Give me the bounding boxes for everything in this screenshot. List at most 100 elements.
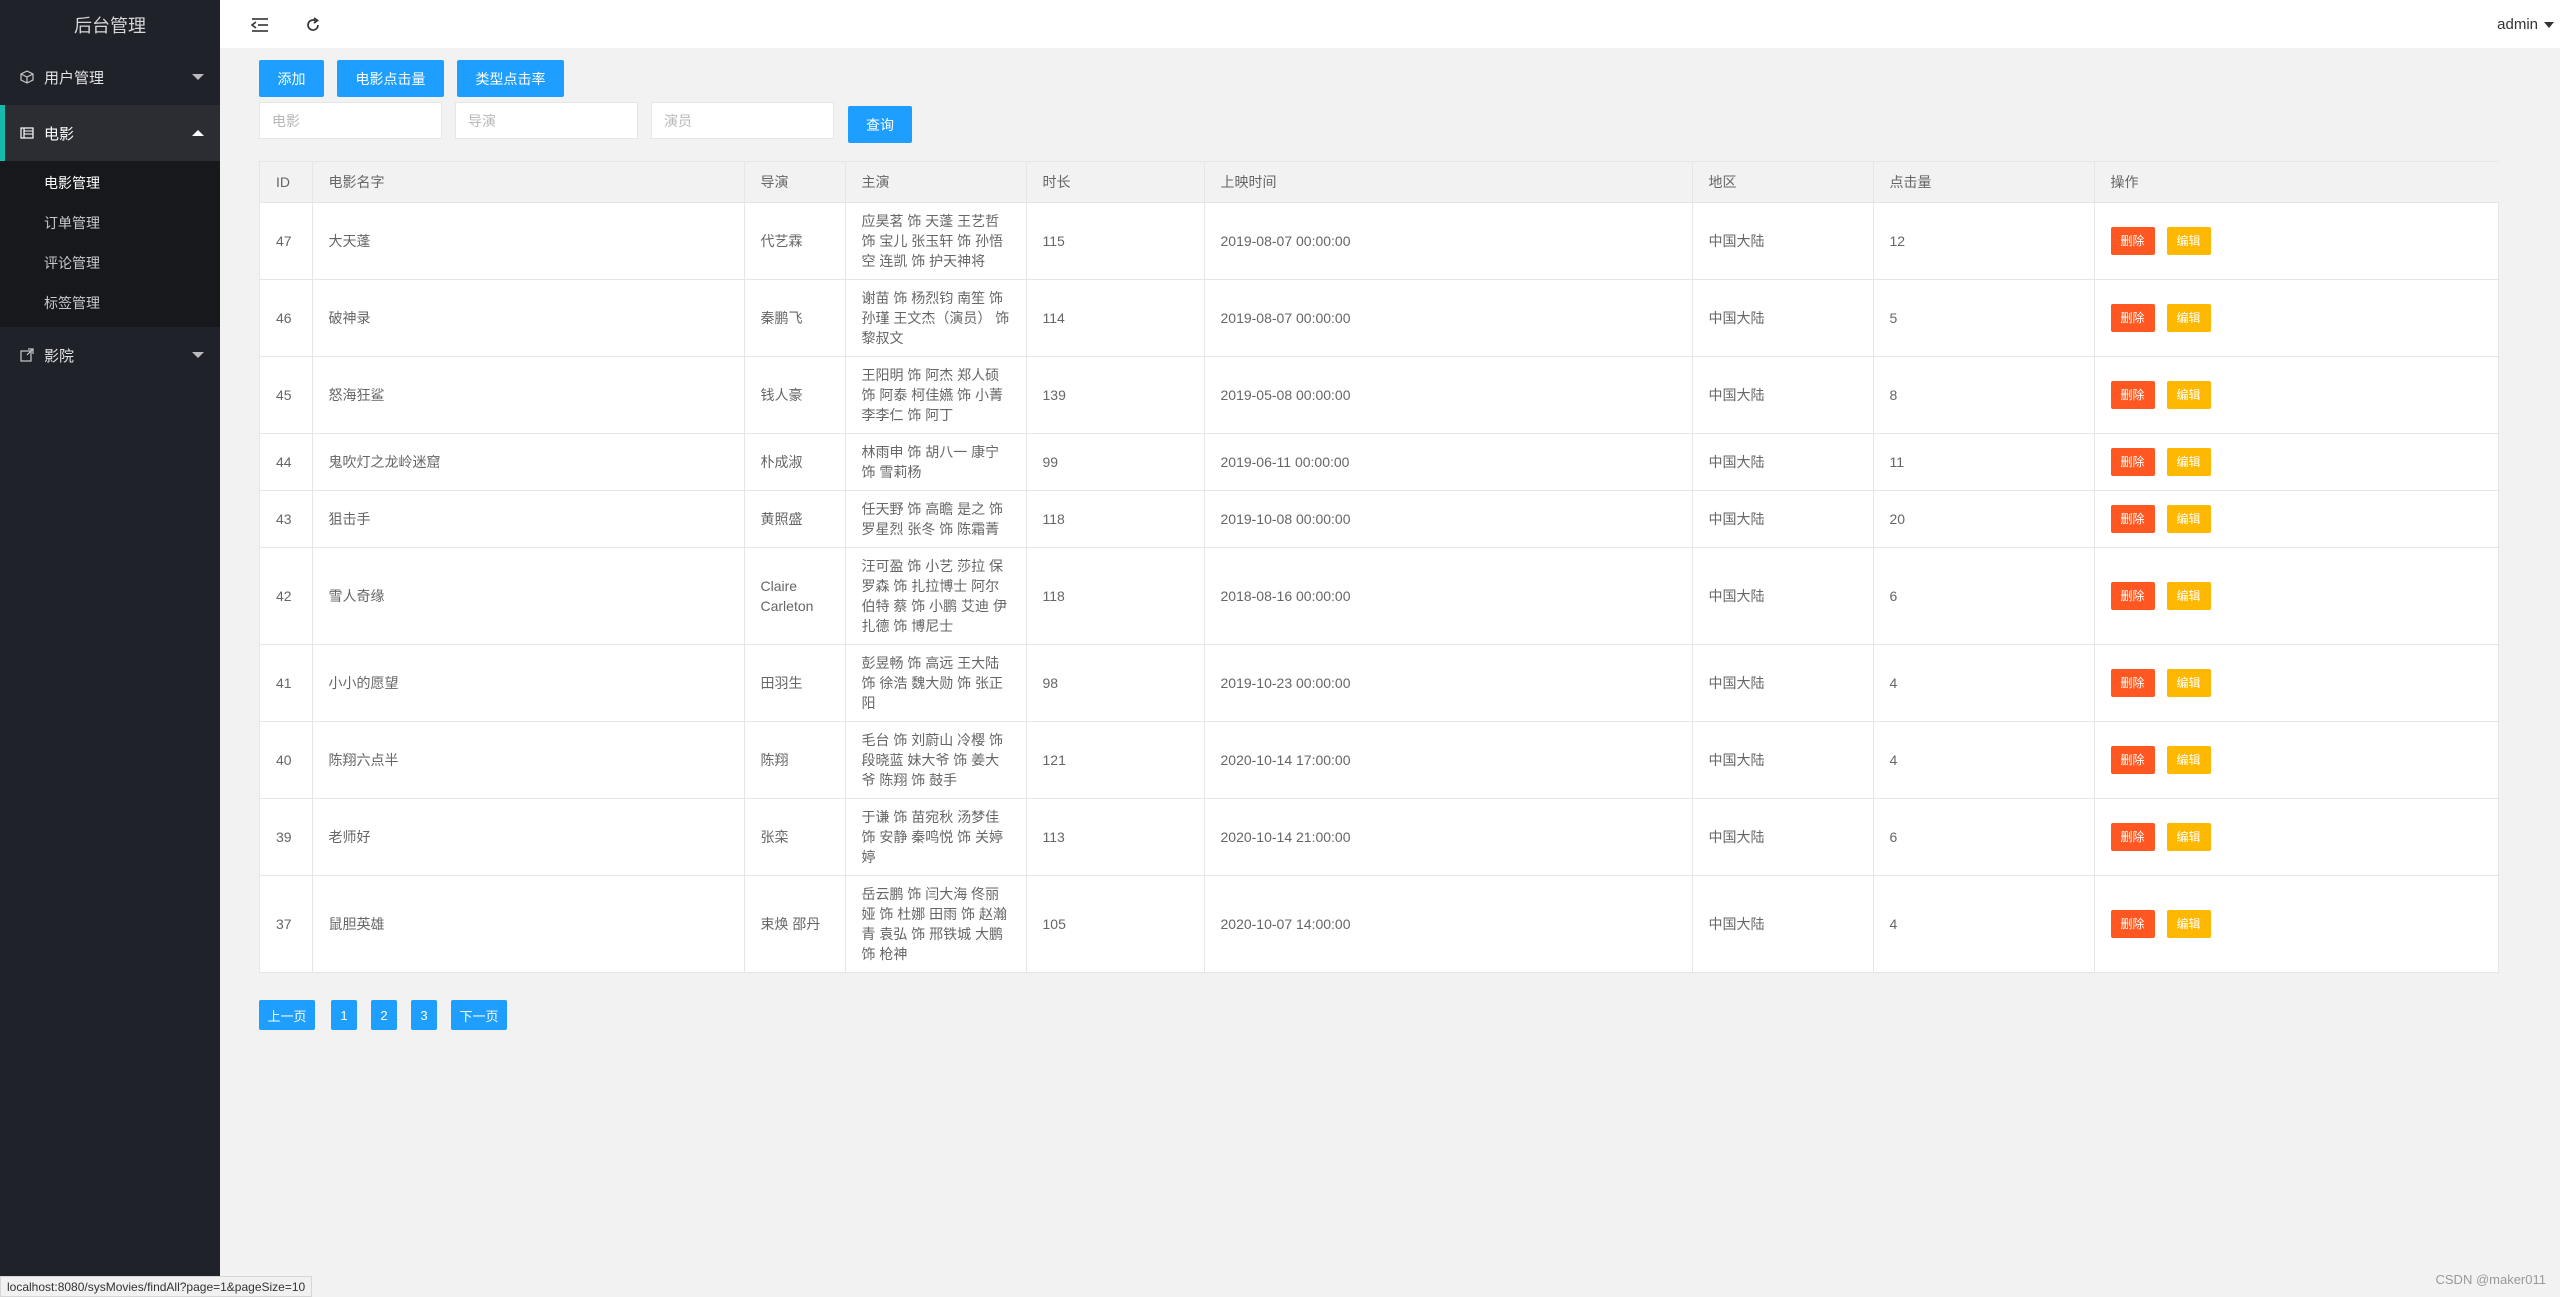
- cell-release: 2019-10-23 00:00:00: [1204, 644, 1693, 722]
- cell-actions: 删除 编辑: [2094, 798, 2500, 876]
- cell-region: 中国大陆: [1692, 875, 1874, 972]
- table-row: 45 怒海狂鲨 钱人豪 王阳明 饰 阿杰 郑人硕 饰 阿泰 柯佳嬿 饰 小菁 李…: [260, 356, 2500, 434]
- cell-actions: 删除 编辑: [2094, 547, 2500, 645]
- movie-search-input[interactable]: 电影: [259, 102, 442, 139]
- film-icon: [20, 126, 34, 140]
- cell-clicks: 6: [1873, 798, 2095, 876]
- cell-actors: 汪可盈 饰 小艺 莎拉 保罗森 饰 扎拉博士 阿尔伯特 蔡 饰 小鹏 艾迪 伊扎…: [845, 547, 1027, 645]
- sidebar-submenu-movies: 电影管理 订单管理 评论管理 标签管理: [0, 161, 220, 327]
- delete-button[interactable]: 删除: [2110, 226, 2155, 255]
- cell-release: 2020-10-07 14:00:00: [1204, 875, 1693, 972]
- chevron-down-icon: [192, 352, 204, 358]
- table-row: 44 鬼吹灯之龙岭迷窟 朴成淑 林雨申 饰 胡八一 康宁 饰 雪莉杨 99 20…: [260, 433, 2500, 491]
- cell-actors: 彭昱畅 饰 高远 王大陆 饰 徐浩 魏大勋 饰 张正阳: [845, 644, 1027, 722]
- edit-button[interactable]: 编辑: [2166, 380, 2211, 409]
- sidebar-item-users[interactable]: 用户管理: [0, 49, 220, 105]
- query-button[interactable]: 查询: [848, 106, 912, 143]
- chevron-down-icon: [192, 74, 204, 80]
- cell-director: 钱人豪: [744, 356, 846, 434]
- edit-button[interactable]: 编辑: [2166, 447, 2211, 476]
- sidebar: 后台管理 用户管理 电影 电影管理 订单管理 评论管理 标签管理 影院: [0, 0, 220, 1297]
- sidebar-subitem-tag-management[interactable]: 标签管理: [0, 283, 220, 323]
- cell-duration: 98: [1026, 644, 1205, 722]
- cell-director: 秦鹏飞: [744, 279, 846, 357]
- next-page-button[interactable]: 下一页: [451, 1000, 507, 1030]
- cell-region: 中国大陆: [1692, 279, 1874, 357]
- cell-release: 2019-06-11 00:00:00: [1204, 433, 1693, 491]
- delete-button[interactable]: 删除: [2110, 668, 2155, 697]
- edit-button[interactable]: 编辑: [2166, 504, 2211, 533]
- sidebar-item-label: 电影: [44, 125, 75, 143]
- sidebar-subitem-movie-management[interactable]: 电影管理: [0, 163, 220, 203]
- edit-button[interactable]: 编辑: [2166, 909, 2211, 938]
- cell-region: 中国大陆: [1692, 644, 1874, 722]
- menu-collapse-icon[interactable]: [250, 15, 270, 35]
- cell-actors: 王阳明 饰 阿杰 郑人硕 饰 阿泰 柯佳嬿 饰 小菁 李李仁 饰 阿丁: [845, 356, 1027, 434]
- cell-name: 鬼吹灯之龙岭迷窟: [312, 433, 745, 491]
- refresh-icon[interactable]: [303, 15, 323, 35]
- cell-clicks: 6: [1873, 547, 2095, 645]
- table-row: 43 狙击手 黄照盛 任天野 饰 高瞻 是之 饰 罗星烈 张冬 饰 陈霜菁 11…: [260, 490, 2500, 548]
- cell-actors: 林雨申 饰 胡八一 康宁 饰 雪莉杨: [845, 433, 1027, 491]
- type-click-rate-button[interactable]: 类型点击率: [457, 60, 564, 97]
- cell-region: 中国大陆: [1692, 798, 1874, 876]
- status-bar-url: localhost:8080/sysMovies/findAll?page=1&…: [0, 1276, 313, 1297]
- user-menu[interactable]: admin: [2497, 16, 2554, 33]
- cell-release: 2018-08-16 00:00:00: [1204, 547, 1693, 645]
- cell-duration: 139: [1026, 356, 1205, 434]
- page-3-button[interactable]: 3: [411, 1000, 437, 1030]
- table-row: 46 破神录 秦鹏飞 谢苗 饰 杨烈钧 南笙 饰 孙瑾 王文杰（演员） 饰 黎叔…: [260, 279, 2500, 357]
- delete-button[interactable]: 删除: [2110, 909, 2155, 938]
- add-button[interactable]: 添加: [259, 60, 324, 97]
- edit-button[interactable]: 编辑: [2166, 822, 2211, 851]
- edit-button[interactable]: 编辑: [2166, 581, 2211, 610]
- edit-button[interactable]: 编辑: [2166, 226, 2211, 255]
- director-search-input[interactable]: 导演: [455, 102, 638, 139]
- cell-duration: 113: [1026, 798, 1205, 876]
- cell-director: 黄照盛: [744, 490, 846, 548]
- cell-name: 破神录: [312, 279, 745, 357]
- user-cube-icon: [20, 70, 34, 84]
- movie-clicks-button[interactable]: 电影点击量: [337, 60, 444, 97]
- edit-button[interactable]: 编辑: [2166, 303, 2211, 332]
- delete-button[interactable]: 删除: [2110, 504, 2155, 533]
- cell-duration: 99: [1026, 433, 1205, 491]
- edit-button[interactable]: 编辑: [2166, 668, 2211, 697]
- cell-actions: 删除 编辑: [2094, 279, 2500, 357]
- cell-release: 2019-08-07 00:00:00: [1204, 279, 1693, 357]
- delete-button[interactable]: 删除: [2110, 745, 2155, 774]
- actor-search-input[interactable]: 演员: [651, 102, 834, 139]
- sidebar-item-movies[interactable]: 电影: [0, 105, 220, 161]
- cell-duration: 105: [1026, 875, 1205, 972]
- movie-table: ID 电影名字 导演 主演 时长 上映时间 地区 点击量 操作 47 大天蓬 代…: [259, 161, 2500, 973]
- column-header: ID: [260, 162, 313, 203]
- top-header: admin: [220, 0, 2560, 49]
- cell-name: 小小的愿望: [312, 644, 745, 722]
- page-1-button[interactable]: 1: [331, 1000, 357, 1030]
- sidebar-item-label: 用户管理: [44, 69, 105, 87]
- sidebar-subitem-comment-management[interactable]: 评论管理: [0, 243, 220, 283]
- app-title: 后台管理: [74, 15, 146, 36]
- cell-id: 44: [260, 433, 313, 491]
- cell-region: 中国大陆: [1692, 202, 1874, 280]
- delete-button[interactable]: 删除: [2110, 447, 2155, 476]
- prev-page-button[interactable]: 上一页: [259, 1000, 315, 1030]
- cell-actions: 删除 编辑: [2094, 721, 2500, 799]
- sidebar-subitem-order-management[interactable]: 订单管理: [0, 203, 220, 243]
- delete-button[interactable]: 删除: [2110, 581, 2155, 610]
- cell-release: 2019-05-08 00:00:00: [1204, 356, 1693, 434]
- cell-release: 2019-08-07 00:00:00: [1204, 202, 1693, 280]
- delete-button[interactable]: 删除: [2110, 822, 2155, 851]
- column-header: 时长: [1026, 162, 1205, 203]
- cell-id: 39: [260, 798, 313, 876]
- delete-button[interactable]: 删除: [2110, 380, 2155, 409]
- edit-button[interactable]: 编辑: [2166, 745, 2211, 774]
- page-2-button[interactable]: 2: [371, 1000, 397, 1030]
- sidebar-item-cinema[interactable]: 影院: [0, 327, 220, 383]
- cell-duration: 118: [1026, 490, 1205, 548]
- cell-director: 田羽生: [744, 644, 846, 722]
- table-row: 39 老师好 张栾 于谦 饰 苗宛秋 汤梦佳 饰 安静 秦鸣悦 饰 关婷婷 11…: [260, 798, 2500, 876]
- cell-actors: 任天野 饰 高瞻 是之 饰 罗星烈 张冬 饰 陈霜菁: [845, 490, 1027, 548]
- cell-id: 41: [260, 644, 313, 722]
- delete-button[interactable]: 删除: [2110, 303, 2155, 332]
